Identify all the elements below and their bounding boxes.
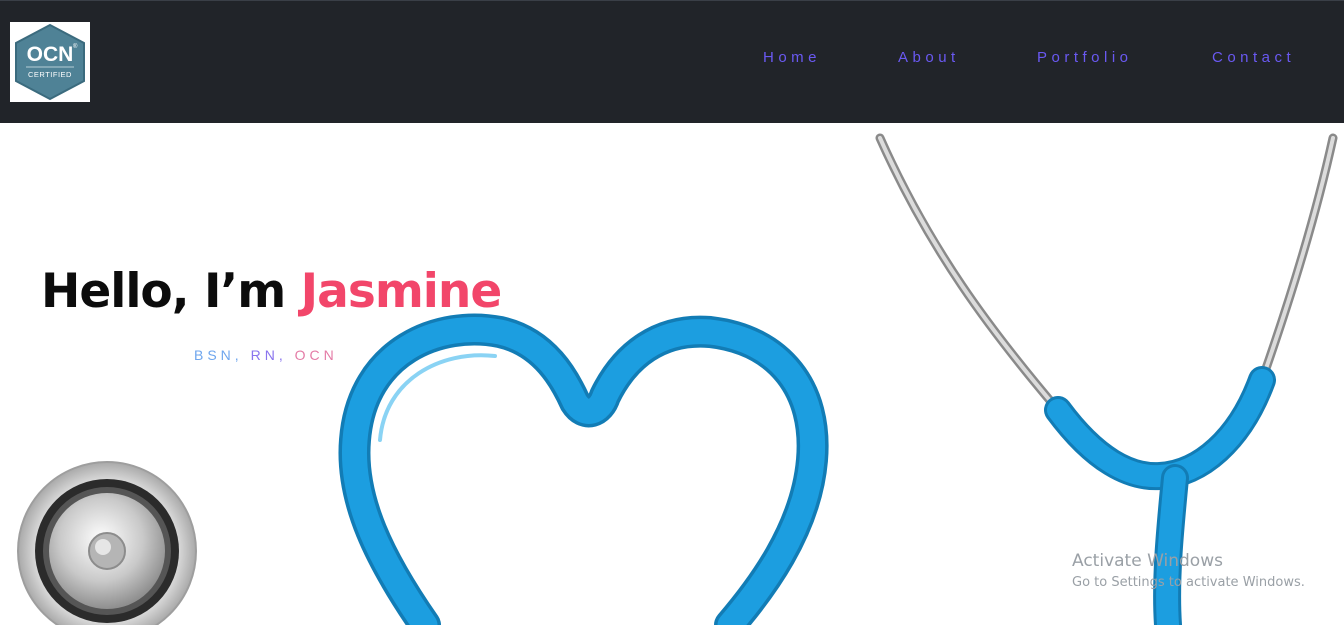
ocn-certified-logo[interactable]: OCN ® CERTIFIED (10, 22, 90, 102)
logo-sub-text: CERTIFIED (28, 70, 72, 79)
credential-ocn: OCN (294, 347, 338, 363)
nav-link-portfolio[interactable]: Portfolio (1037, 49, 1133, 66)
hero-name: Jasmine (300, 264, 503, 319)
credentials-line: BSN, RN, OCN (194, 347, 338, 363)
nav-link-home[interactable]: Home (763, 49, 821, 66)
stethoscope-chestpiece-icon (17, 461, 197, 625)
nav-link-contact[interactable]: Contact (1212, 49, 1295, 66)
hero-greeting: Hello, I’m (41, 264, 286, 319)
hero-heading: Hello, I’m Jasmine (41, 264, 503, 319)
logo-main-text: OCN (26, 43, 74, 66)
credential-bsn: BSN (194, 347, 235, 363)
navbar: OCN ® CERTIFIED Home About Portfolio Con… (0, 1, 1344, 123)
nav-link-about[interactable]: About (898, 49, 960, 66)
credential-separator: , (234, 347, 251, 363)
credential-separator: , (278, 347, 295, 363)
activate-windows-watermark: Activate Windows Go to Settings to activ… (1072, 550, 1305, 593)
watermark-subtitle: Go to Settings to activate Windows. (1072, 575, 1305, 590)
watermark-title: Activate Windows (1072, 551, 1223, 571)
logo-registered-mark: ® (73, 44, 78, 50)
credential-rn: RN (250, 347, 279, 363)
